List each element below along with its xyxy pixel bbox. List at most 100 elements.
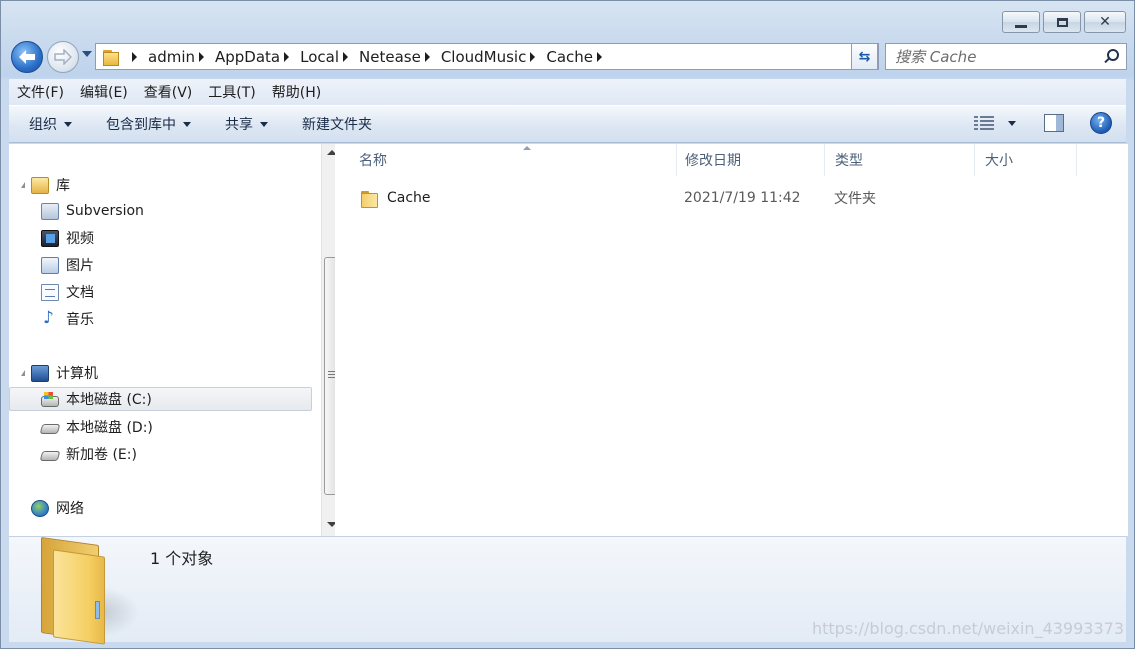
tree-libraries[interactable]: 库	[21, 173, 70, 197]
tree-item-drive-e[interactable]: 新加卷 (E:)	[39, 442, 137, 466]
menu-bar: 文件(F) 编辑(E) 查看(V) 工具(T) 帮助(H)	[9, 79, 1126, 105]
folder-icon	[102, 49, 120, 66]
maximize-button[interactable]	[1043, 11, 1081, 33]
tree-label: 文档	[66, 285, 94, 301]
table-row[interactable]: Cache 2021/7/19 11:42 文件夹	[355, 184, 1125, 212]
drive-icon	[39, 451, 61, 461]
menu-tools[interactable]: 工具(T)	[208, 82, 255, 102]
breadcrumb-cache[interactable]: Cache	[546, 48, 593, 66]
file-name-cell[interactable]: Cache	[361, 190, 431, 208]
tree-label: 音乐	[66, 312, 94, 328]
tree-label: 计算机	[56, 366, 98, 382]
expand-icon[interactable]	[21, 182, 25, 188]
file-type-cell: 文件夹	[834, 191, 876, 207]
breadcrumb-separator[interactable]	[530, 51, 536, 62]
chevron-down-icon	[260, 121, 268, 127]
item-count: 1 个对象	[150, 549, 214, 568]
breadcrumb-appdata[interactable]: AppData	[215, 48, 280, 66]
column-label: 大小	[985, 153, 1013, 169]
refresh-button[interactable]: ⇆	[851, 43, 878, 70]
minimize-icon	[1015, 24, 1027, 28]
search-box[interactable]: 搜索 Cache	[885, 43, 1127, 70]
computer-icon	[31, 364, 49, 382]
expand-icon[interactable]	[21, 370, 25, 376]
command-bar: 组织 包含到库中 共享 新建文件夹 ?	[9, 105, 1126, 143]
refresh-icon: ⇆	[858, 48, 871, 65]
drive-icon	[39, 424, 61, 434]
navigation-row: admin AppData Local Netease CloudMusic C…	[9, 39, 1127, 75]
file-name: Cache	[387, 190, 431, 206]
search-icon[interactable]	[1100, 46, 1122, 68]
tree-label: 图片	[66, 258, 94, 274]
views-dropdown[interactable]	[1008, 120, 1016, 126]
folder-icon	[361, 190, 379, 208]
music-library-icon	[41, 308, 59, 328]
command-bar-right: ?	[974, 112, 1112, 134]
breadcrumb-separator[interactable]	[284, 51, 290, 62]
close-icon: ✕	[1099, 14, 1111, 30]
system-drive-icon	[41, 391, 59, 407]
tree-label: 本地磁盘 (C:)	[66, 392, 152, 408]
column-header-name[interactable]: 名称	[349, 144, 677, 176]
share-button[interactable]: 共享	[225, 114, 268, 134]
menu-file[interactable]: 文件(F)	[17, 82, 64, 102]
tree-label: 本地磁盘 (D:)	[66, 420, 153, 436]
maximize-icon	[1056, 17, 1068, 27]
tree-item-pictures[interactable]: 图片	[41, 253, 94, 277]
include-in-library-label: 包含到库中	[106, 117, 176, 133]
file-list: 名称 修改日期 类型 大小 Cache 2021/7/19 11:42 文件夹	[335, 144, 1128, 536]
forward-button[interactable]	[47, 41, 79, 73]
video-library-icon	[41, 229, 59, 247]
breadcrumb-separator[interactable]	[597, 51, 602, 62]
column-header-size[interactable]: 大小	[975, 144, 1077, 176]
breadcrumb-admin[interactable]: admin	[148, 48, 195, 66]
column-label: 类型	[835, 153, 863, 169]
library-icon	[31, 176, 49, 194]
help-icon[interactable]: ?	[1090, 112, 1112, 134]
breadcrumb-cloudmusic[interactable]: CloudMusic	[441, 48, 527, 66]
preview-pane-icon[interactable]	[1044, 114, 1064, 132]
chevron-down-icon	[183, 121, 191, 127]
subversion-icon	[41, 202, 59, 220]
close-button[interactable]: ✕	[1084, 11, 1126, 33]
tree-item-documents[interactable]: 文档	[41, 280, 94, 304]
organize-button[interactable]: 组织	[29, 114, 72, 134]
tree-item-subversion[interactable]: Subversion	[41, 199, 144, 223]
back-button[interactable]	[11, 41, 43, 73]
tree-label: 视频	[66, 231, 94, 247]
breadcrumb-separator[interactable]	[132, 51, 137, 62]
navigation-pane: 库 Subversion 视频 图片 文档 音乐 计算机 本地	[9, 144, 341, 536]
tree-network[interactable]: 网络	[31, 496, 84, 520]
menu-view[interactable]: 查看(V)	[144, 82, 193, 102]
breadcrumb-separator[interactable]	[424, 51, 430, 62]
views-icon[interactable]	[974, 115, 994, 131]
search-input[interactable]: 搜索 Cache	[895, 46, 1100, 67]
explorer-window: ✕ admin AppData Local Netease CloudMusic…	[0, 0, 1135, 649]
address-bar[interactable]: admin AppData Local Netease CloudMusic C…	[95, 43, 879, 70]
breadcrumb-netease[interactable]: Netease	[359, 48, 421, 66]
minimize-button[interactable]	[1002, 11, 1040, 33]
menu-edit[interactable]: 编辑(E)	[80, 82, 128, 102]
share-label: 共享	[225, 117, 253, 133]
tree-item-drive-d[interactable]: 本地磁盘 (D:)	[39, 415, 153, 439]
new-folder-button[interactable]: 新建文件夹	[302, 114, 372, 134]
tree-computer[interactable]: 计算机	[21, 361, 98, 385]
tree-label: 新加卷 (E:)	[66, 447, 137, 463]
file-modified-cell: 2021/7/19 11:42	[684, 190, 801, 206]
breadcrumb-separator[interactable]	[199, 51, 204, 62]
tree-item-videos[interactable]: 视频	[41, 226, 94, 250]
breadcrumb-separator[interactable]	[343, 51, 349, 62]
include-in-library-button[interactable]: 包含到库中	[106, 114, 191, 134]
tree-item-music[interactable]: 音乐	[41, 307, 94, 331]
sort-ascending-icon	[523, 146, 531, 150]
back-arrow-icon	[19, 50, 35, 64]
column-header-type[interactable]: 类型	[825, 144, 975, 176]
column-label: 修改日期	[685, 153, 741, 169]
menu-help[interactable]: 帮助(H)	[272, 82, 321, 102]
breadcrumb-local[interactable]: Local	[300, 48, 339, 66]
tree-item-drive-c[interactable]: 本地磁盘 (C:)	[9, 387, 312, 411]
tree-label: Subversion	[66, 203, 144, 219]
tree-label: 网络	[56, 501, 84, 517]
column-header-modified[interactable]: 修改日期	[675, 144, 825, 176]
recent-pages-dropdown[interactable]	[82, 51, 92, 57]
